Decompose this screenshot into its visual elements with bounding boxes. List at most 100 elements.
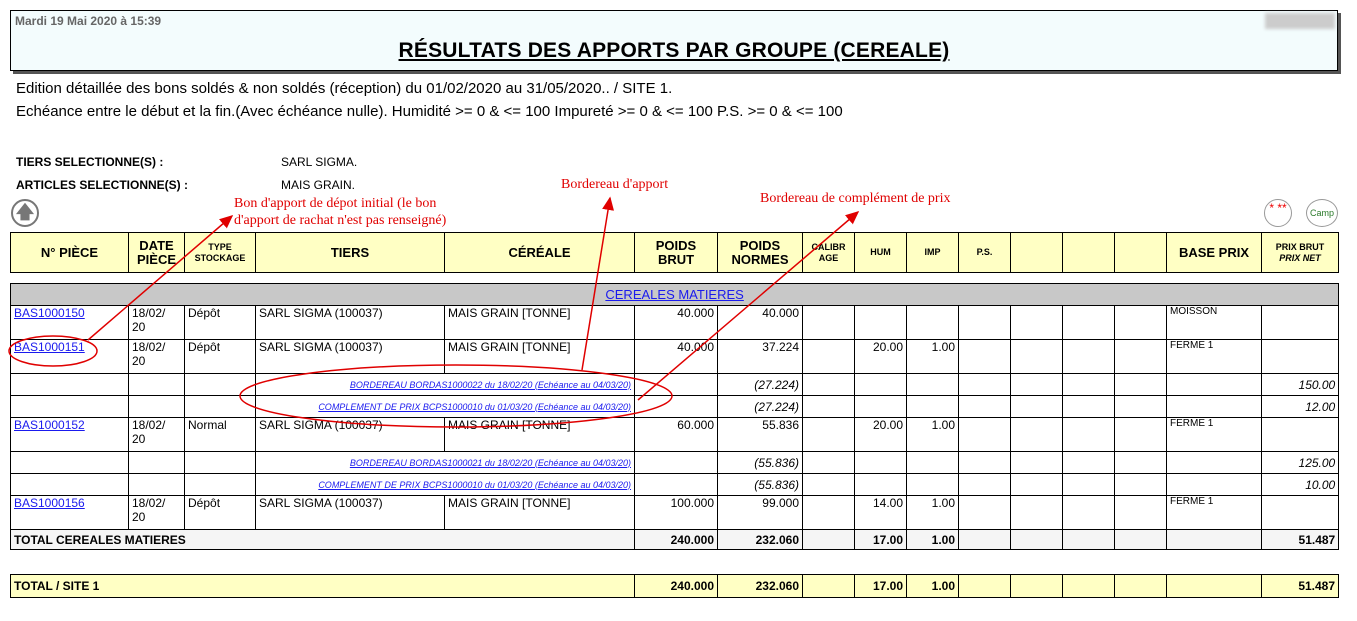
group-total-label: TOTAL CEREALES MATIERES (10, 529, 635, 550)
up-arrow-button[interactable]: 🡅 (11, 199, 39, 227)
group-total-poids-brut: 240.000 (634, 529, 718, 550)
cell-sub-price: 125.00 (1260, 451, 1340, 474)
col-piece[interactable]: N° PIÈCE (10, 232, 129, 273)
cell-empty (1114, 339, 1167, 374)
bordereau-link[interactable]: COMPLEMENT DE PRIX BCPS1000010 du 01/03/… (318, 480, 631, 490)
cell-type: Normal (184, 417, 256, 452)
cell-empty (802, 373, 855, 396)
criteria-line-2: Echéance entre le début et la fin.(Avec … (16, 103, 843, 120)
cell-empty (802, 495, 855, 530)
sub-row: BORDEREAU BORDAS1000021 du 18/02/20 (Ech… (10, 451, 1340, 474)
col-base-prix[interactable]: BASE PRIX (1166, 232, 1262, 273)
cell-base-prix: FERME 1 (1166, 339, 1262, 374)
cell-empty (802, 305, 855, 340)
cell-empty (854, 473, 907, 496)
col-tiers[interactable]: TIERS (255, 232, 445, 273)
cell-cereale: MAIS GRAIN [TONNE] (444, 417, 635, 452)
col-imp[interactable]: IMP (906, 232, 959, 273)
col-empty-3 (1114, 232, 1167, 273)
col-cereale[interactable]: CÉRÉALE (444, 232, 635, 273)
col-ps[interactable]: P.S. (958, 232, 1011, 273)
col-empty-2 (1062, 232, 1115, 273)
cell-empty (802, 473, 855, 496)
col-type-line-2: STOCKAGE (194, 252, 246, 263)
cell-type: Dépôt (184, 305, 256, 340)
cell-empty (1114, 529, 1167, 550)
articles-selection-value: MAIS GRAIN. (281, 178, 356, 192)
piece-link[interactable]: BAS1000150 (14, 307, 85, 321)
sub-row: COMPLEMENT DE PRIX BCPS1000010 du 01/03/… (10, 473, 1340, 496)
col-prix[interactable]: PRIX BRUT PRIX NET (1261, 232, 1339, 273)
cell-empty (958, 451, 1011, 474)
cell-sub-price: 150.00 (1260, 373, 1340, 396)
cell-empty (1166, 451, 1262, 474)
group-link[interactable]: CEREALES MATIERES (605, 287, 743, 302)
cell-empty (958, 339, 1011, 374)
cell-empty (1166, 373, 1262, 396)
piece-link[interactable]: BAS1000151 (14, 341, 85, 355)
asterisk-button[interactable]: * ** (1264, 199, 1292, 227)
cell-piece: BAS1000151 (10, 339, 129, 374)
cell-poids-brut: 100.000 (634, 495, 718, 530)
cell-imp: 1.00 (906, 495, 959, 530)
cell-empty (1010, 473, 1063, 496)
cell-empty (1114, 495, 1167, 530)
group-header-cell: CEREALES MATIERES (9, 283, 1340, 306)
piece-link[interactable]: BAS1000152 (14, 419, 85, 433)
cell-empty (1166, 473, 1262, 496)
cell-sub-label: COMPLEMENT DE PRIX BCPS1000010 du 01/03/… (255, 395, 635, 418)
col-date-line-2: PIÈCE (136, 251, 176, 267)
cell-empty (1010, 339, 1063, 374)
cell-empty (10, 373, 129, 396)
cell-hum: 20.00 (854, 417, 907, 452)
table-row: BAS1000152 18/02/20 Normal SARL SIGMA (1000… (10, 417, 1340, 452)
cell-empty (958, 305, 1011, 340)
table-row: BAS1000151 18/02/20 Dépôt SARL SIGMA (10003… (10, 339, 1340, 374)
bordereau-link[interactable]: BORDEREAU BORDAS1000022 du 18/02/20 (Ech… (350, 380, 631, 390)
cell-piece: BAS1000156 (10, 495, 129, 530)
cell-empty (802, 574, 856, 598)
cell-sub-price: 12.00 (1260, 395, 1340, 418)
cell-poids-brut: 40.000 (634, 339, 718, 374)
cell-empty (184, 395, 256, 418)
cell-date: 18/02/20 (128, 339, 185, 374)
date-part: 18/02/ (132, 340, 166, 355)
cell-empty (1062, 305, 1115, 340)
cell-empty (1062, 473, 1115, 496)
cell-sub-qty: (27.224) (717, 373, 803, 396)
cell-imp: 1.00 (906, 417, 959, 452)
col-date[interactable]: DATE PIÈCE (128, 232, 185, 273)
col-hum[interactable]: HUM (854, 232, 907, 273)
col-type-line-1: TYPE (208, 241, 232, 252)
cell-empty (128, 473, 185, 496)
cell-cereale: MAIS GRAIN [TONNE] (444, 305, 635, 340)
cell-empty (128, 373, 185, 396)
cell-empty (1114, 417, 1167, 452)
cell-empty (906, 451, 959, 474)
report-header: Mardi 19 Mai 2020 à 15:39 RÉSULTATS DES … (10, 10, 1338, 71)
campaign-button[interactable]: Camp (1306, 199, 1338, 227)
cell-empty (1062, 373, 1115, 396)
cell-empty (906, 373, 959, 396)
cell-empty (1114, 574, 1168, 598)
cell-empty (1114, 395, 1167, 418)
cell-poids-brut: 40.000 (634, 305, 718, 340)
cell-empty (1010, 305, 1063, 340)
cell-empty (958, 395, 1011, 418)
col-type-stockage[interactable]: TYPE STOCKAGE (184, 232, 256, 273)
tiers-selection-value: SARL SIGMA. (281, 155, 358, 169)
cell-sub-qty: (55.836) (717, 473, 803, 496)
cell-empty (1260, 305, 1340, 340)
cell-base-prix: FERME 1 (1166, 417, 1262, 452)
bordereau-link[interactable]: COMPLEMENT DE PRIX BCPS1000010 du 01/03/… (318, 402, 631, 412)
col-poids-brut[interactable]: POIDS BRUT (634, 232, 718, 273)
col-poids-normes[interactable]: POIDS NORMES (717, 232, 803, 273)
column-header-table: N° PIÈCE DATE PIÈCE TYPE STOCKAGE TIERS CÉ… (10, 232, 1339, 273)
piece-link[interactable]: BAS1000156 (14, 497, 85, 511)
sub-row: COMPLEMENT DE PRIX BCPS1000010 du 01/03/… (10, 395, 1340, 418)
bordereau-link[interactable]: BORDEREAU BORDAS1000021 du 18/02/20 (Ech… (350, 458, 631, 468)
col-calibrage[interactable]: CALIBR AGE (802, 232, 855, 273)
page-title: RÉSULTATS DES APPORTS PAR GROUPE (CEREAL… (398, 39, 950, 62)
cell-empty (1062, 495, 1115, 530)
cell-empty (802, 451, 855, 474)
